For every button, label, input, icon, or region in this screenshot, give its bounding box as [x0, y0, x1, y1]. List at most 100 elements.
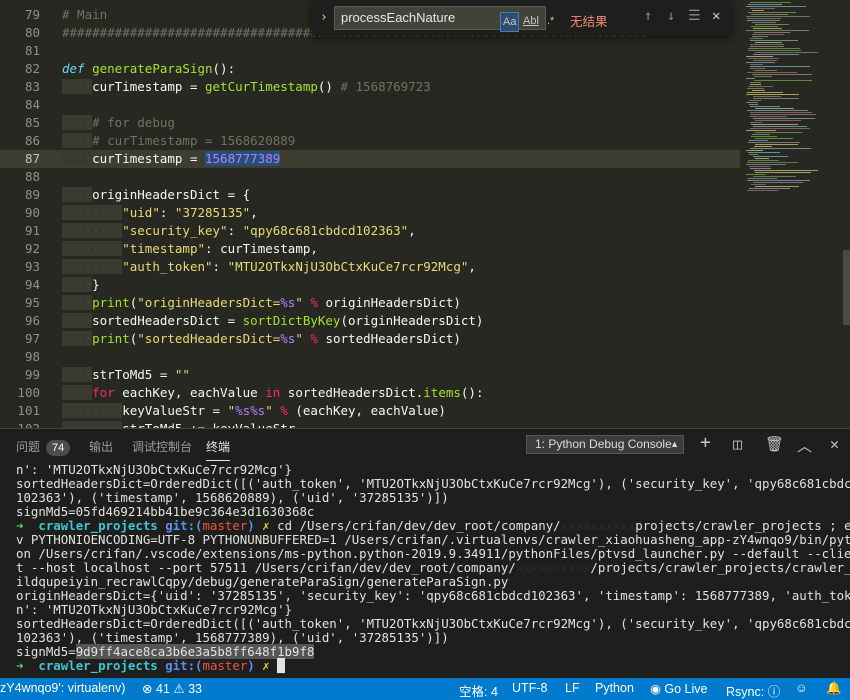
- terminal-line: 102363'), ('timestamp', 1568777389), ('u…: [16, 630, 449, 645]
- minimap-stroke: [748, 12, 796, 13]
- terminal-line: on /Users/crifan/.vscode/extensions/ms-p…: [16, 546, 850, 561]
- terminal[interactable]: n': 'MTU2OTkxNjU3ObCtxKuCe7rcr92Mcg'} sor…: [0, 463, 850, 675]
- code-line[interactable]: 101 ········keyValueStr = "%s%s" % (eachK…: [0, 402, 740, 420]
- minimap-stroke: [747, 180, 810, 181]
- code-text: ····print("originHeadersDict=%s" % origi…: [62, 295, 461, 310]
- code-line[interactable]: 99 ····strToMd5 = "": [0, 366, 740, 384]
- tab-debug-console[interactable]: 调试控制台: [132, 438, 192, 455]
- next-match-icon[interactable]: ↓: [667, 8, 675, 24]
- trash-icon[interactable]: 🗑: [765, 435, 784, 453]
- editor-scrollbar[interactable]: [843, 250, 850, 325]
- minimap-stroke: [746, 78, 755, 79]
- toggle-replace-icon[interactable]: ›: [320, 10, 328, 25]
- match-case-toggle[interactable]: Aa: [500, 12, 520, 32]
- code-text: ····for eachKey, eachValue in sortedHead…: [62, 385, 484, 400]
- line-number: 97: [24, 331, 40, 346]
- minimap-stroke: [752, 74, 812, 75]
- code-line[interactable]: 84: [0, 96, 740, 114]
- tab-problems[interactable]: 问题 74: [16, 438, 71, 456]
- minimap-stroke: [750, 38, 763, 39]
- maximize-panel-icon[interactable]: ︿: [797, 435, 812, 456]
- code-line[interactable]: 92 ········"timestamp": curTimestamp,: [0, 240, 740, 258]
- minimap[interactable]: [742, 0, 842, 428]
- code-line[interactable]: 97 ····print("sortedHeadersDict=%s" % sor…: [0, 330, 740, 348]
- find-input[interactable]: processEachNature Aa Abl .*: [334, 6, 554, 32]
- code-line[interactable]: 86 ····# curTimestamp = 1568620889: [0, 132, 740, 150]
- info-icon: ⓘ: [767, 685, 781, 699]
- code-line[interactable]: 85 ····# for debug: [0, 114, 740, 132]
- minimap-stroke: [746, 94, 799, 95]
- python-interpreter[interactable]: zY4wnqo9': virtualenv): [0, 681, 125, 695]
- code-line[interactable]: 100 ····for eachKey, eachValue in sortedH…: [0, 384, 740, 402]
- line-number: 83: [24, 79, 40, 94]
- minimap-stroke: [748, 4, 782, 5]
- bottom-panel: 问题 74 输出 调试控制台 终端 1: Python Debug Console…: [0, 428, 850, 679]
- code-line[interactable]: 81: [0, 42, 740, 60]
- code-line[interactable]: 95 ····print("originHeadersDict=%s" % ori…: [0, 294, 740, 312]
- split-terminal-icon[interactable]: ◫: [733, 435, 742, 453]
- code-text: ····}: [62, 277, 100, 292]
- error-count: 41: [155, 682, 170, 696]
- minimap-stroke: [751, 136, 777, 137]
- code-line[interactable]: 94 ····}: [0, 276, 740, 294]
- code-line[interactable]: 88: [0, 168, 740, 186]
- go-live-button[interactable]: ◉ Go Live: [650, 681, 708, 696]
- minimap-stroke: [746, 130, 776, 131]
- minimap-stroke: [753, 60, 777, 61]
- code-text: ········keyValueStr = "%s%s" % (eachKey,…: [62, 403, 446, 418]
- minimap-stroke: [752, 22, 776, 23]
- minimap-stroke: [749, 166, 770, 167]
- match-whole-word-toggle[interactable]: Abl: [521, 12, 541, 30]
- minimap-stroke: [746, 102, 758, 103]
- terminal-line: n': 'MTU2OTkxNjU3ObCtxKuCe7rcr92Mcg'}: [16, 602, 293, 617]
- terminal-select[interactable]: 1: Python Debug Console ▲: [526, 435, 684, 454]
- line-number: 91: [24, 223, 40, 238]
- code-text: ····# for debug: [62, 115, 175, 130]
- code-line[interactable]: 90 ········"uid": "37285135",: [0, 204, 740, 222]
- code-line[interactable]: 83 ····curTimestamp = getCurTimestamp() #…: [0, 78, 740, 96]
- code-line[interactable]: 96 ····sortedHeadersDict = sortDictByKey(…: [0, 312, 740, 330]
- line-number: 94: [24, 277, 40, 292]
- code-line[interactable]: 98: [0, 348, 740, 366]
- status-bar: zY4wnqo9': virtualenv) ⊗ 41 ⚠ 33 空格: 4 U…: [0, 678, 850, 700]
- indentation-status[interactable]: 空格: 4: [459, 681, 498, 700]
- feedback-smiley-icon[interactable]: ☺: [795, 681, 808, 695]
- minimap-stroke: [754, 170, 818, 171]
- rsync-status[interactable]: Rsync: ⓘ: [726, 681, 780, 700]
- minimap-stroke: [749, 100, 761, 101]
- eol-status[interactable]: LF: [565, 681, 580, 695]
- tab-terminal[interactable]: 终端: [206, 438, 231, 461]
- notifications-bell-icon[interactable]: 🔔: [826, 681, 842, 696]
- tab-output[interactable]: 输出: [89, 438, 113, 455]
- close-panel-icon[interactable]: ✕: [830, 435, 839, 453]
- new-terminal-icon[interactable]: +: [700, 432, 711, 453]
- minimap-stroke: [746, 16, 810, 17]
- terminal-select-value: 1: Python Debug Console: [535, 437, 672, 451]
- rsync-label: Rsync:: [726, 685, 765, 699]
- previous-match-icon[interactable]: ↑: [644, 8, 652, 24]
- code-text: ········"auth_token": "MTU2OTkxNjU3ObCtx…: [62, 259, 476, 274]
- problems-status[interactable]: ⊗ 41 ⚠ 33: [142, 681, 202, 696]
- code-line[interactable]: 91 ········"security_key": "qpy68c681cbdc…: [0, 222, 740, 240]
- minimap-stroke: [746, 164, 786, 165]
- find-input-text: processEachNature: [341, 10, 456, 25]
- code-line[interactable]: 82 def generateParaSign():: [0, 60, 740, 78]
- line-number: 82: [24, 61, 40, 76]
- terminal-line: t --host localhost --port 57511 /Users/c…: [16, 560, 850, 575]
- code-editor[interactable]: 79# Main80##############################…: [0, 0, 850, 428]
- line-number: 84: [24, 97, 40, 112]
- close-find-icon[interactable]: ✕: [712, 8, 720, 24]
- code-line[interactable]: 87 ····curTimestamp = 1568777389: [0, 150, 740, 168]
- code-line[interactable]: 93 ········"auth_token": "MTU2OTkxNjU3ObC…: [0, 258, 740, 276]
- encoding-status[interactable]: UTF-8: [512, 681, 547, 695]
- language-status[interactable]: Python: [595, 681, 634, 695]
- regex-toggle[interactable]: .*: [545, 12, 563, 30]
- code-line[interactable]: 102 ········strToMd5 += keyValueStr: [0, 420, 740, 428]
- terminal-line: n': 'MTU2OTkxNjU3ObCtxKuCe7rcr92Mcg'}: [16, 463, 293, 477]
- minimap-stroke: [755, 42, 782, 43]
- code-line[interactable]: 89 ····originHeadersDict = {: [0, 186, 740, 204]
- minimap-stroke: [750, 112, 812, 113]
- broadcast-icon: ◉: [650, 682, 661, 696]
- minimap-stroke: [753, 28, 782, 29]
- find-in-selection-icon[interactable]: ☰: [688, 8, 701, 24]
